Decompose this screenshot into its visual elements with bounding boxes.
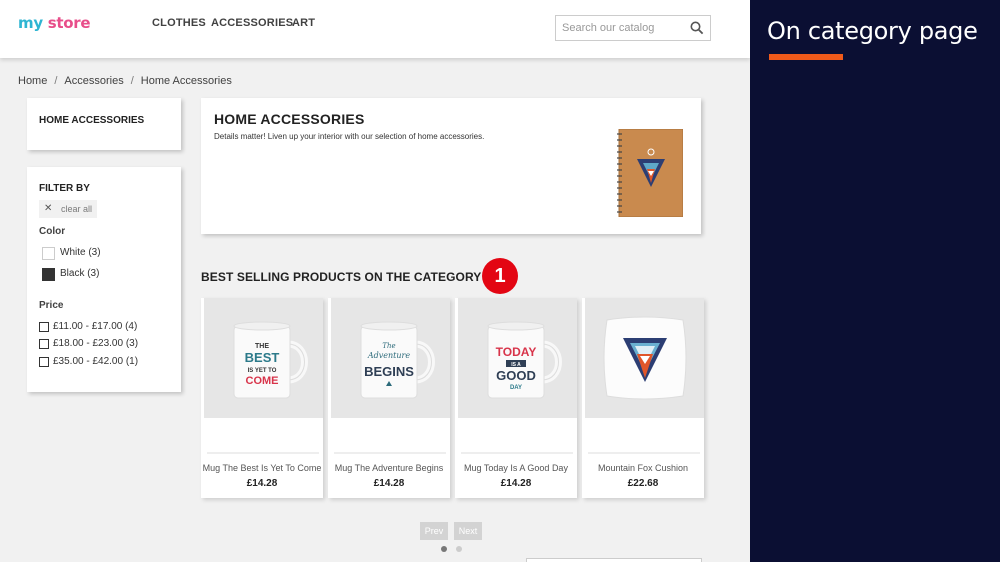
product-name[interactable]: Mug Today Is A Good Day	[455, 463, 577, 473]
breadcrumb-current[interactable]: Home Accessories	[141, 75, 232, 87]
nav-art[interactable]: ART	[292, 17, 315, 29]
price-facet-title: Price	[39, 300, 64, 311]
mug-text: The	[382, 342, 395, 350]
product-card[interactable]: The Adventure BEGINS Mug The Adventure B…	[328, 298, 450, 498]
product-divider	[334, 452, 446, 454]
breadcrumb-separator: /	[130, 75, 134, 87]
product-card[interactable]: Mountain Fox Cushion £22.68	[582, 298, 704, 498]
next-button[interactable]: Next	[454, 522, 482, 540]
breadcrumb-separator: /	[54, 75, 58, 87]
mug-text: IS YET TO	[248, 368, 277, 374]
color-facet-title: Color	[39, 226, 66, 237]
mug-text: TODAY	[496, 345, 537, 359]
color-swatch-black[interactable]	[42, 268, 55, 281]
breadcrumb-home[interactable]: Home	[18, 75, 47, 87]
product-image[interactable]: TODAY IS A GOOD DAY	[458, 298, 577, 418]
slide-title: On category page	[767, 17, 978, 45]
product-name[interactable]: Mug The Adventure Begins	[328, 463, 450, 473]
clear-all-button[interactable]: ✕ clear all	[39, 200, 97, 218]
mug-text: COME	[246, 375, 279, 387]
mug-text: GOOD	[496, 368, 536, 383]
category-title: HOME ACCESSORIES	[214, 111, 365, 127]
store-logo[interactable]: my store	[18, 14, 91, 32]
mug-today-image: TODAY IS A GOOD DAY	[487, 321, 562, 399]
fox-cushion-image	[603, 316, 687, 400]
product-image[interactable]: THE BEST IS YET TO COME	[204, 298, 323, 418]
breadcrumb: Home / Accessories / Home Accessories	[18, 75, 232, 87]
product-price: £14.28	[500, 478, 532, 489]
mug-text: BEST	[245, 350, 280, 365]
product-price: £22.68	[627, 478, 659, 489]
product-divider	[461, 452, 573, 454]
mug-best-image: THE BEST IS YET TO COME	[233, 321, 308, 399]
product-price: £14.28	[373, 478, 405, 489]
clear-all-label: clear all	[61, 204, 93, 214]
bottom-panel-edge	[526, 558, 702, 562]
price-option-label[interactable]: £11.00 - £17.00 (4)	[53, 321, 137, 332]
product-name[interactable]: Mug The Best Is Yet To Come	[201, 463, 323, 473]
product-card[interactable]: TODAY IS A GOOD DAY Mug Today Is A Good …	[455, 298, 577, 498]
product-divider	[588, 452, 700, 454]
pager-dot[interactable]	[456, 546, 462, 552]
search-box	[555, 15, 711, 41]
price-option-label[interactable]: £35.00 - £42.00 (1)	[53, 356, 138, 367]
nav-clothes[interactable]: CLOTHES	[152, 17, 206, 29]
search-input[interactable]	[556, 16, 686, 40]
price-checkbox[interactable]	[39, 339, 49, 349]
best-selling-title: BEST SELLING PRODUCTS ON THE CATEGORY	[201, 270, 482, 284]
product-card[interactable]: THE BEST IS YET TO COME Mug The Best Is …	[201, 298, 323, 498]
product-image[interactable]: The Adventure BEGINS	[331, 298, 450, 418]
mug-adventure-image: The Adventure BEGINS	[360, 321, 435, 399]
mug-text: Adventure	[367, 351, 410, 360]
product-divider	[207, 452, 319, 454]
price-checkbox[interactable]	[39, 322, 49, 332]
nav-accessories[interactable]: ACCESSORIES	[211, 17, 293, 29]
category-tree-panel: HOME ACCESSORIES	[27, 98, 181, 150]
facet-filter-panel: FILTER BY ✕ clear all Color White (3) Bl…	[27, 167, 181, 392]
category-description-text: Details matter! Liven up your interior w…	[214, 132, 485, 141]
search-icon[interactable]	[690, 21, 704, 35]
product-name[interactable]: Mountain Fox Cushion	[582, 463, 704, 473]
color-option-label[interactable]: Black (3)	[60, 268, 99, 279]
mug-text: DAY	[510, 385, 522, 391]
category-description-panel: HOME ACCESSORIES Details matter! Liven u…	[201, 98, 701, 234]
price-option-label[interactable]: £18.00 - £23.00 (3)	[53, 338, 138, 349]
product-image[interactable]	[585, 298, 704, 418]
store-screenshot: my store CLOTHES ACCESSORIES ART Home / Ac…	[0, 0, 750, 562]
logo-store: store	[47, 14, 91, 32]
filter-by-title: FILTER BY	[39, 183, 90, 194]
store-header: my store CLOTHES ACCESSORIES ART	[0, 0, 750, 58]
notebook-image	[617, 129, 683, 217]
category-tree-title[interactable]: HOME ACCESSORIES	[39, 115, 144, 126]
accent-underline	[769, 54, 843, 60]
close-icon: ✕	[44, 203, 53, 214]
prev-button[interactable]: Prev	[420, 522, 448, 540]
color-option-label[interactable]: White (3)	[60, 247, 101, 258]
step-badge: 1	[482, 258, 518, 294]
color-swatch-white[interactable]	[42, 247, 55, 260]
mug-text: THE	[255, 343, 269, 350]
product-price: £14.28	[246, 478, 278, 489]
logo-my: my	[18, 14, 43, 32]
mug-text: BEGINS	[364, 364, 414, 379]
breadcrumb-accessories[interactable]: Accessories	[64, 75, 123, 87]
pager-dot-active[interactable]	[441, 546, 447, 552]
price-checkbox[interactable]	[39, 357, 49, 367]
